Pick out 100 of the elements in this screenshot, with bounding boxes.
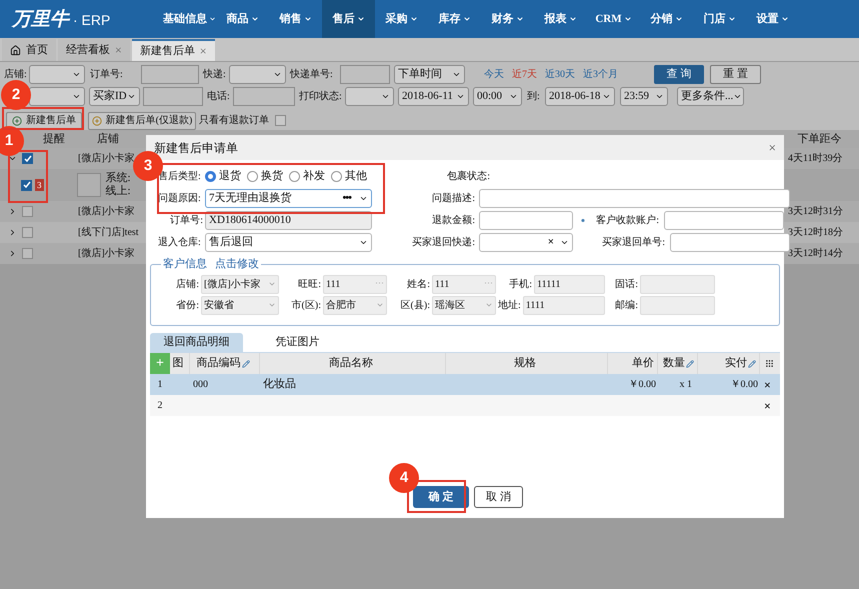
input-field[interactable]: 1111	[522, 296, 605, 314]
date-from-select[interactable]: 2018-06-11	[398, 87, 469, 106]
edit-link[interactable]: 点击修改	[215, 256, 259, 272]
radio-option[interactable]: 退货	[205, 168, 241, 185]
field-label: 退款金额:	[431, 214, 475, 228]
radio-option[interactable]: 其他	[331, 168, 367, 185]
remove-row-button[interactable]: ×	[764, 376, 771, 394]
select-field[interactable]: 安徽省	[201, 296, 279, 314]
refund-only-label: 只看有退款订单	[199, 114, 269, 128]
column-header: 商品编码	[196, 356, 240, 372]
column-header: 图	[172, 356, 184, 372]
cancel-button[interactable]: 取 消	[474, 486, 523, 508]
field-label: 快递单号:	[288, 68, 334, 82]
field-label: 固话:	[615, 278, 638, 292]
nav-menu-item[interactable]: 售后	[322, 0, 375, 38]
column-header: 下单距今	[796, 132, 842, 147]
time-type-select[interactable]: 下单时间	[394, 65, 465, 84]
table-cell-text: 3天12时31分	[788, 204, 844, 219]
select-field[interactable]: 瑶海区	[432, 296, 496, 314]
count-badge: 3	[35, 179, 44, 191]
select-field[interactable]: 合肥市	[323, 296, 387, 314]
table-cell-text: [线下门店]test	[78, 226, 139, 240]
time-to-field[interactable]: 23:59	[620, 87, 668, 106]
field-label: 快递:	[202, 68, 227, 82]
confirm-button[interactable]: 确 定	[413, 486, 469, 508]
table-cell-text: 化妆品	[262, 377, 297, 392]
detail-tab[interactable]: 退回商品明细	[150, 333, 243, 352]
time-from-field[interactable]: 00:00	[473, 87, 522, 106]
field-label: 订单号:	[89, 68, 124, 82]
field-label: 退入仓库:	[158, 236, 202, 250]
select-field[interactable]: [微店]小卡家	[201, 274, 279, 294]
column-header: 单价	[632, 356, 654, 372]
table-cell-text: 2	[156, 399, 164, 413]
table-cell-text: [微店]小卡家	[78, 204, 135, 219]
search-button[interactable]: 查 询	[654, 65, 704, 84]
field-label: 打印状态:	[298, 90, 343, 104]
order-info-text: 线上:	[106, 185, 131, 198]
column-header: 店铺	[96, 132, 120, 147]
field-label: 问题原因:	[158, 192, 202, 206]
nav-menu-item[interactable]: 采购	[375, 0, 428, 38]
table-row[interactable]: 1 000 化妆品 ￥0.00 x 1 ￥0.00 ×	[150, 374, 780, 395]
field-label: 买家退回单号:	[601, 236, 665, 250]
nav-menu-item[interactable]: 设置	[746, 0, 799, 38]
new-refund-button[interactable]: 新建售后单(仅退款)	[88, 112, 196, 130]
table-cell-text: x 1	[678, 378, 693, 392]
logo: 万里牛	[12, 6, 69, 32]
tab-close-button[interactable]: ×	[200, 42, 207, 60]
field-label: 买家退回快递:	[411, 236, 475, 250]
field-label: 电话:	[206, 90, 231, 104]
nav-menu-item[interactable]: 销售	[269, 0, 322, 38]
table-row[interactable]: 2 ×	[150, 395, 780, 416]
nav-menu-item[interactable]: 报表	[534, 0, 587, 38]
nav-menu-item[interactable]: 门店	[693, 0, 746, 38]
field-label: 邮编:	[615, 298, 638, 312]
table-cell-text: 4天11时39分	[788, 152, 844, 166]
input-field[interactable]: 111 ···	[432, 274, 496, 294]
table-cell-text: 000	[192, 378, 209, 392]
section-title: 客户信息	[163, 256, 207, 272]
reason-select[interactable]: 7天无理由退换货 •••	[205, 189, 372, 208]
remove-row-button[interactable]: ×	[764, 396, 771, 414]
nav-menu-item[interactable]: 库存	[428, 0, 481, 38]
nav-menu-item[interactable]: 基础信息	[163, 0, 216, 38]
field-label: 客户收款账户:	[595, 214, 659, 228]
field-label: 包裹状态:	[446, 170, 490, 184]
date-range-link[interactable]: 近30天	[545, 67, 575, 82]
field-label: 手机:	[509, 278, 532, 292]
warehouse-select[interactable]: 售后退回	[205, 233, 372, 252]
field-label: 问题描述:	[431, 192, 475, 206]
page-tab[interactable]: 首页	[2, 39, 56, 61]
radio-option[interactable]: 换货	[247, 168, 283, 185]
close-button[interactable]: ×	[768, 138, 776, 158]
logo-suffix: · ERP	[73, 11, 110, 30]
reset-button[interactable]: 重 置	[710, 65, 761, 84]
nav-menu-item[interactable]: 分销	[640, 0, 693, 38]
field-label: 店铺:	[176, 278, 199, 292]
new-aftersale-button[interactable]: 新建售后单	[6, 112, 82, 130]
radio-option[interactable]: 补发	[289, 168, 325, 185]
input-field[interactable]: 11111	[534, 274, 605, 294]
table-cell-text: [微店]小卡家	[78, 246, 135, 261]
field-label: 姓名:	[407, 278, 430, 292]
nav-menu-item[interactable]: CRM	[587, 0, 640, 38]
field-label: 旺旺:	[298, 278, 321, 292]
page-tab[interactable]: 经营看板 ×	[58, 39, 130, 61]
table-cell-text: 1	[156, 378, 164, 392]
page-tab[interactable]: 新建售后单 ×	[132, 39, 215, 61]
date-range-link[interactable]: 近3个月	[583, 67, 618, 82]
table-cell-text: [微店]小卡家	[78, 152, 135, 166]
field-label: 市(区):	[292, 298, 321, 312]
date-to-select[interactable]: 2018-06-18	[545, 87, 615, 106]
field-label: 到:	[526, 90, 541, 104]
field-label: 店铺:	[3, 68, 28, 82]
nav-menu-item[interactable]: 商品	[216, 0, 269, 38]
input-field[interactable]: 111 ···	[323, 274, 387, 294]
return-express-select[interactable]: ×	[479, 233, 573, 252]
date-range-link[interactable]: 今天	[484, 67, 504, 82]
column-header: 商品名称	[329, 356, 373, 372]
buyer-type-select[interactable]: 买家ID	[89, 87, 140, 106]
field-label: 订单号:	[169, 214, 204, 228]
nav-menu-item[interactable]: 财务	[481, 0, 534, 38]
more-conditions-select[interactable]: 更多条件...	[677, 87, 744, 106]
